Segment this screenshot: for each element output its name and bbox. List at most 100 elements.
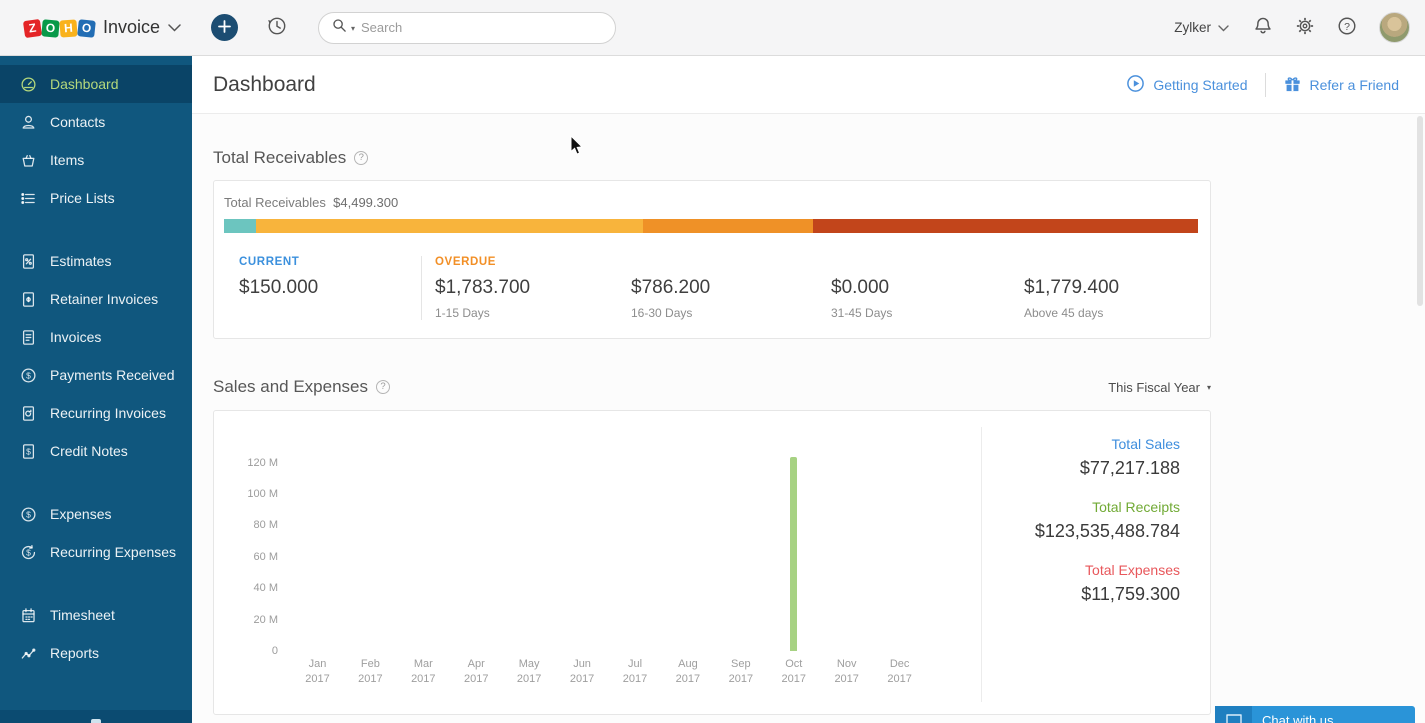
sidebar-group: $ Expenses $ Recurring Expenses (0, 495, 192, 571)
chart-month-axis: Jan2017Feb2017Mar2017Apr2017May2017Jun20… (291, 657, 926, 688)
doc-dollar-icon: $ (20, 443, 37, 460)
zoho-logo[interactable]: ZOHO Invoice (24, 17, 181, 38)
org-name: Zylker (1174, 20, 1211, 35)
getting-started-label: Getting Started (1153, 77, 1247, 93)
getting-started-link[interactable]: Getting Started (1126, 74, 1247, 96)
page-header: Dashboard Getting Started Refer a Friend (192, 56, 1425, 114)
sidebar-item-label: Retainer Invoices (50, 291, 158, 307)
total-label: Total Sales (981, 436, 1180, 452)
sidebar-item-label: Recurring Expenses (50, 544, 176, 560)
scrollbar-thumb[interactable] (1417, 116, 1423, 306)
quick-create-button[interactable] (211, 14, 238, 41)
salesexp-heading: Sales and Expenses (213, 377, 368, 397)
x-axis-label: Sep2017 (714, 657, 767, 688)
sidebar-collapse-bar[interactable] (0, 710, 192, 723)
x-axis-label: Feb2017 (344, 657, 397, 688)
sidebar-item-label: Invoices (50, 329, 101, 345)
search-bar[interactable]: ▾ (318, 12, 616, 44)
search-input[interactable] (361, 20, 603, 35)
search-filter-caret-icon[interactable]: ▾ (351, 24, 355, 33)
aging-segment-overdue-above-45[interactable] (813, 219, 1198, 233)
sidebar-group: Estimates Retainer Invoices Invoices $Payme… (0, 242, 192, 470)
svg-text:$: $ (26, 370, 31, 380)
question-circle-icon: ? (1337, 16, 1357, 39)
help-button[interactable]: ? (1337, 16, 1357, 39)
sidebar-item-contacts[interactable]: Contacts (0, 103, 192, 141)
org-switcher[interactable]: Zylker (1174, 20, 1229, 35)
sidebar-item-estimates[interactable]: Estimates (0, 242, 192, 280)
gift-icon (1283, 74, 1302, 96)
sidebar-item-credit-notes[interactable]: $ Credit Notes (0, 432, 192, 470)
y-axis-tick: 60 M (254, 551, 278, 563)
sidebar-item-recurring-invoices[interactable]: Recurring Invoices (0, 394, 192, 432)
sidebar-item-items[interactable]: Items (0, 141, 192, 179)
refer-a-friend-link[interactable]: Refer a Friend (1283, 74, 1399, 96)
receivables-columns: CURRENT$150.000OVERDUE$1,783.7001-15 Day… (224, 256, 1198, 320)
sidebar-item-timesheet[interactable]: Timesheet (0, 596, 192, 634)
total-amount: $77,217.188 (981, 458, 1180, 479)
receivables-summary-amount: $4,499.300 (333, 195, 398, 210)
sidebar-item-label: Estimates (50, 253, 111, 269)
aging-segment-current[interactable] (224, 219, 256, 233)
user-avatar[interactable] (1379, 12, 1410, 43)
x-axis-label: Nov2017 (820, 657, 873, 688)
sidebar-item-payments-received[interactable]: $Payments Received (0, 356, 192, 394)
notifications-button[interactable] (1253, 16, 1273, 39)
chart-bar-receipts-oct[interactable] (790, 457, 797, 651)
dollar-circle-icon: $ (20, 367, 37, 384)
svg-text:$: $ (26, 446, 31, 456)
sidebar-item-price-lists[interactable]: Price Lists (0, 179, 192, 217)
x-axis-label: Aug2017 (661, 657, 714, 688)
receivable-col-2: $786.20016-30 Days (618, 256, 818, 320)
receivable-col-range: 1-15 Days (435, 306, 618, 320)
sidebar-item-label: Credit Notes (50, 443, 128, 459)
calendar-icon (20, 607, 37, 624)
x-axis-label: Jul2017 (609, 657, 662, 688)
sidebar-item-label: Reports (50, 645, 99, 661)
doc-plain-icon (20, 291, 37, 308)
sidebar-item-reports[interactable]: Reports (0, 634, 192, 672)
sidebar-group: DashboardContactsItems Price Lists (0, 65, 192, 217)
recent-history-button[interactable] (266, 15, 288, 40)
history-clock-icon (266, 15, 288, 40)
svg-text:$: $ (26, 509, 31, 519)
page-title: Dashboard (213, 73, 316, 97)
y-axis-tick: 100 M (247, 488, 278, 500)
total-block: Total Sales $77,217.188 (981, 436, 1180, 479)
sidebar-item-invoices[interactable]: Invoices (0, 318, 192, 356)
sidebar-group: Timesheet Reports (0, 596, 192, 672)
dollar-refresh-icon: $ (20, 544, 37, 561)
sidebar-item-dashboard[interactable]: Dashboard (0, 65, 192, 103)
receivable-col-amount: $0.000 (831, 277, 1011, 299)
help-tooltip-icon[interactable]: ? (354, 151, 368, 165)
fiscal-period-select[interactable]: This Fiscal Year ▾ (1108, 380, 1211, 395)
chat-bubble-icon (1215, 706, 1252, 723)
trend-icon (20, 645, 37, 662)
chat-widget[interactable]: Chat with us (1215, 706, 1415, 723)
sidebar-item-retainer-invoices[interactable]: Retainer Invoices (0, 280, 192, 318)
sidebar-item-expenses[interactable]: $ Expenses (0, 495, 192, 533)
content: Total Receivables ? Total Receivables $4… (192, 114, 1425, 722)
x-axis-label: Oct2017 (767, 657, 820, 688)
sidebar-item-label: Expenses (50, 506, 111, 522)
bell-icon (1253, 16, 1273, 39)
x-axis-label: Mar2017 (397, 657, 450, 688)
receivable-col-3: $0.00031-45 Days (818, 256, 1011, 320)
aging-segment-overdue-1-15[interactable] (256, 219, 642, 233)
total-block: Total Expenses$11,759.300 (981, 562, 1180, 605)
receivable-col-range: Above 45 days (1024, 306, 1198, 320)
sidebar-item-label: Recurring Invoices (50, 405, 166, 421)
receivables-summary-label: Total Receivables (224, 195, 326, 210)
receivable-col-label: OVERDUE (435, 256, 618, 270)
sidebar-item-recurring-expenses[interactable]: $ Recurring Expenses (0, 533, 192, 571)
receivables-heading: Total Receivables (213, 148, 346, 168)
page-header-links: Getting Started Refer a Friend (1126, 73, 1399, 97)
settings-button[interactable] (1295, 16, 1315, 39)
aging-segment-overdue-16-30[interactable] (643, 219, 813, 233)
receivable-col-4: $1,779.400Above 45 days (1011, 256, 1198, 320)
sidebar-item-label: Price Lists (50, 190, 115, 206)
logo-letter-tile: H (59, 19, 77, 37)
y-axis-tick: 120 M (247, 457, 278, 469)
app-root: ZOHO Invoice (0, 0, 1425, 723)
help-tooltip-icon[interactable]: ? (376, 380, 390, 394)
